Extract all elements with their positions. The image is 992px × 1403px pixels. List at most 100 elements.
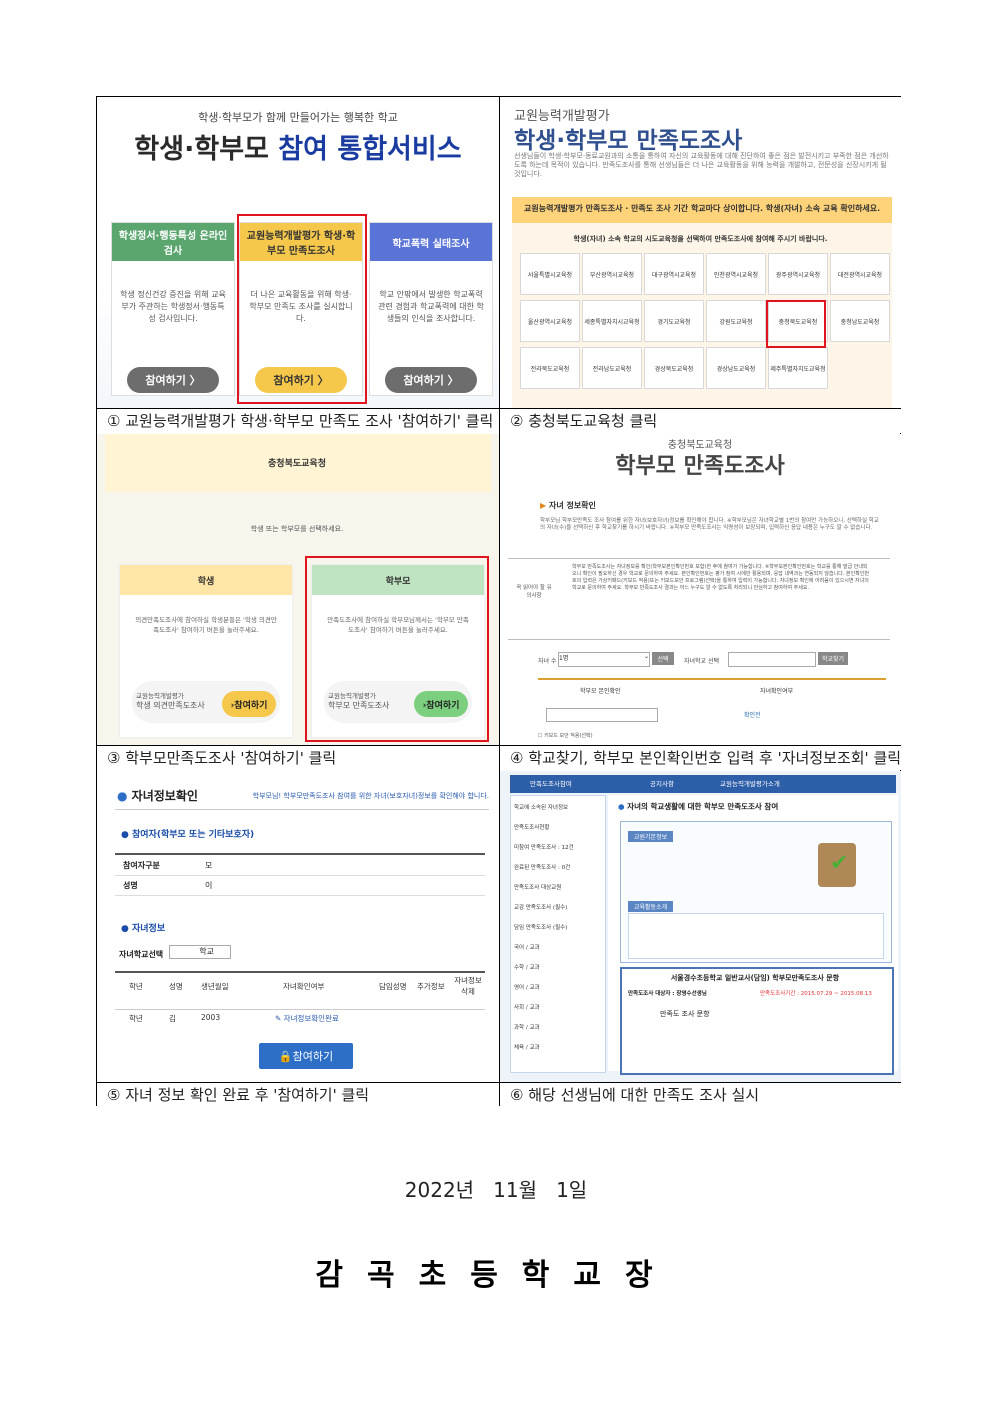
sidebar-item[interactable]: 만족도조사현황: [514, 823, 549, 831]
nav-item[interactable]: 교원능력개발평가소개: [720, 778, 780, 788]
col-grade: 학년: [129, 982, 143, 991]
participate-button[interactable]: 🔒 참여하기: [259, 1043, 353, 1069]
card-header: 학생: [120, 565, 292, 595]
divider: [115, 809, 489, 810]
page-title: 학부모 만족도조사: [615, 454, 785, 479]
sidebar-item[interactable]: 수학 / 교과: [514, 963, 540, 971]
participant-heading: ● 참여자(학부모 또는 기타보호자): [121, 830, 255, 840]
sidebar-item[interactable]: 국어 / 교과: [514, 943, 540, 951]
office-button[interactable]: 광주광역시교육청: [768, 253, 828, 295]
section-title: ▶ 자녀 정보확인: [540, 501, 596, 510]
survey-target: 만족도조사 대상자 : 장영수선생님: [628, 991, 707, 997]
child-heading: ● 자녀정보: [121, 924, 166, 934]
office-button[interactable]: 서울특별시교육청: [520, 253, 580, 295]
screenshot-survey: 만족도조사참여 공지사항 교원능력개발평가소개 학교에 소속된 자녀정보만족도조…: [500, 771, 901, 1082]
office-button[interactable]: 대구광역시교육청: [644, 253, 704, 295]
col-delete: 자녀정보 삭제: [454, 976, 482, 996]
office-button[interactable]: 경상남도교육청: [706, 347, 766, 389]
participate-button[interactable]: 참여하기 〉: [385, 367, 477, 393]
office-button[interactable]: 강원도교육청: [706, 300, 766, 342]
select-button[interactable]: 선택: [652, 652, 674, 665]
find-school-button[interactable]: 학교찾기: [818, 652, 848, 665]
nav-item[interactable]: 만족도조사참여: [530, 778, 572, 788]
caption-2: ② 충청북도교육청 클릭: [500, 408, 901, 433]
office-button[interactable]: 대전광역시교육청: [830, 253, 890, 295]
principal-signature: 감곡초등학교장: [315, 1258, 677, 1293]
office-button[interactable]: 충청남도교육청: [830, 300, 890, 342]
card-footer-label: 교원능력개발평가 학생 의견만족도조사: [136, 692, 205, 710]
child-count-label: 자녀 수: [538, 658, 557, 665]
highlight-box: [237, 214, 367, 404]
sidebar-item[interactable]: 완료된 만족도조사 : 0건: [514, 863, 570, 871]
sidebar-item[interactable]: 미참여 만족도조사 : 12건: [514, 843, 574, 851]
instruction-grid: 학생·학부모가 함께 만들어가는 행복한 학교 학생·학부모 참여 통합서비스 …: [96, 96, 901, 1106]
sidebar-item[interactable]: 학교에 소속된 자녀정보: [514, 803, 568, 811]
instruction: 학생(자녀) 소속 학교의 시도교육청을 선택하여 만족도조사에 참여해 주시기…: [573, 235, 828, 243]
office-button[interactable]: 제주특별자치도교육청: [768, 347, 828, 389]
col-parent-confirm: 학부모 본인확인: [580, 688, 621, 695]
screenshot-child-info: 충청북도교육청 학부모 만족도조사 ▶ 자녀 정보확인 학부모님 학부모만족도 …: [500, 434, 901, 745]
page-title: 학생·학부모 만족도조사: [514, 128, 743, 154]
service-title: 학생·학부모 참여 통합서비스: [134, 134, 462, 165]
card-emotion-test: 학생정서·행동특성 온라인 검사 학생 정신건강 증진을 위해 교육부가 주관하…: [111, 222, 235, 396]
confirm-status: 확인전: [744, 712, 761, 719]
survey-table: [620, 967, 894, 1075]
participate-button[interactable]: 참여하기 〉: [127, 367, 219, 393]
col-teacher: 담임성명: [379, 982, 407, 991]
panel-header: 교원능력개발평가 만족도조사 · 만족도 조사 기간 학교마다 상이합니다. 학…: [524, 204, 881, 213]
screenshot-child-confirm: ● 자녀정보확인 학부모님! 학부모만족도조사 참여를 위한 자녀(보호자녀)정…: [97, 771, 499, 1082]
col-name: 성명: [169, 982, 183, 991]
office-button[interactable]: 전라북도교육청: [520, 347, 580, 389]
parent-id-input[interactable]: [546, 708, 658, 722]
activity-label: 교육활동소개: [628, 901, 674, 912]
keyboard-security-checkbox[interactable]: ☐ 키보드 보안 적용(선택): [538, 732, 593, 739]
card-header: 학생정서·행동특성 온라인 검사: [112, 223, 234, 261]
col-child-confirm: 자녀확인여부: [283, 982, 325, 991]
sidebar-item[interactable]: 과학 / 교과: [514, 1023, 540, 1031]
school-input[interactable]: 학교: [169, 945, 231, 959]
card-body: 학생 정신건강 증진을 위해 교육부가 주관하는 학생정서·행동특성 검사입니다…: [120, 290, 226, 323]
nav-item[interactable]: 공지사항: [650, 778, 674, 788]
office-button[interactable]: 부산광역시교육청: [582, 253, 642, 295]
office-button[interactable]: 인천광역시교육청: [706, 253, 766, 295]
card-body: 학교 안팎에서 발생한 학교폭력 관련 경험과 학교폭력에 대한 학생들의 인식…: [378, 290, 484, 323]
school-select-label: 자녀학교 선택: [684, 658, 720, 665]
check-icon: ✔: [830, 851, 849, 876]
sidebar: [510, 795, 606, 1073]
sidebar-item[interactable]: 담임 만족도조사 (필수): [514, 923, 567, 931]
info-row: 참여자구분 모: [115, 853, 485, 876]
activity-text: [628, 913, 884, 959]
participate-button[interactable]: ›참여하기: [222, 691, 276, 717]
cell-confirm: ✎ 자녀정보확인완료: [275, 1014, 339, 1023]
highlight-box: [766, 300, 826, 348]
sidebar-item[interactable]: 체육 / 교과: [514, 1043, 540, 1051]
child-count-select[interactable]: 1명 ⌄: [558, 652, 650, 667]
sidebar-item[interactable]: 사회 / 교과: [514, 1003, 540, 1011]
notice-text: 학부모 만족도조사는 자녀정보를 확인(학부모본인확인번호 포함)한 후에 참여…: [572, 564, 870, 591]
cell-name: 김: [169, 1014, 176, 1023]
prompt: 학생 또는 학부모를 선택하세요.: [250, 525, 344, 533]
caption-4: ④ 학교찾기, 학부모 본인확인번호 입력 후 '자녀정보조회' 클릭: [500, 745, 901, 770]
caption-6: ⑥ 해당 선생님에 대한 만족도 조사 실시: [500, 1082, 901, 1106]
school-input[interactable]: [728, 652, 816, 667]
screenshot-participation-service: 학생·학부모가 함께 만들어가는 행복한 학교 학생·학부모 참여 통합서비스 …: [97, 97, 499, 408]
screenshot-parent-select: 충청북도교육청 학생 또는 학부모를 선택하세요. 학생 의견만족도조사에 참여…: [97, 434, 499, 745]
office-button[interactable]: 전라남도교육청: [582, 347, 642, 389]
office-button[interactable]: 울산광역시교육청: [520, 300, 580, 342]
card-student: 학생 의견만족도조사에 참여하실 학생분들은 '학생 의견만족도조사' 참여하기…: [119, 564, 293, 738]
info-row: 성명 이: [115, 875, 485, 896]
card-header: 학교폭력 실태조사: [370, 223, 492, 261]
document-date: 2022년 11월 1일: [404, 1178, 588, 1202]
caption-5: ⑤ 자녀 정보 확인 완료 후 '참여하기' 클릭: [97, 1082, 499, 1106]
office-button[interactable]: 경상북도교육청: [644, 347, 704, 389]
office-button[interactable]: 세종특별자치시교육청: [582, 300, 642, 342]
office-button[interactable]: 경기도교육청: [644, 300, 704, 342]
notice-text: 학부모님! 학부모만족도조사 참여를 위한 자녀(보호자녀)정보를 확인해야 합…: [252, 792, 489, 800]
cell-birth: 2003: [201, 1013, 221, 1022]
col-extra: 추가정보: [417, 982, 445, 991]
sidebar-item[interactable]: 교감 만족도조사 (필수): [514, 903, 567, 911]
sidebar-item[interactable]: 영어 / 교과: [514, 983, 540, 991]
survey-title: 서울경수초등학교 일반교사(담임) 학부모만족도조사 문항: [670, 974, 840, 982]
service-subtitle: 학생·학부모가 함께 만들어가는 행복한 학교: [198, 111, 398, 124]
sidebar-item[interactable]: 만족도조사 대상교원: [514, 883, 561, 891]
